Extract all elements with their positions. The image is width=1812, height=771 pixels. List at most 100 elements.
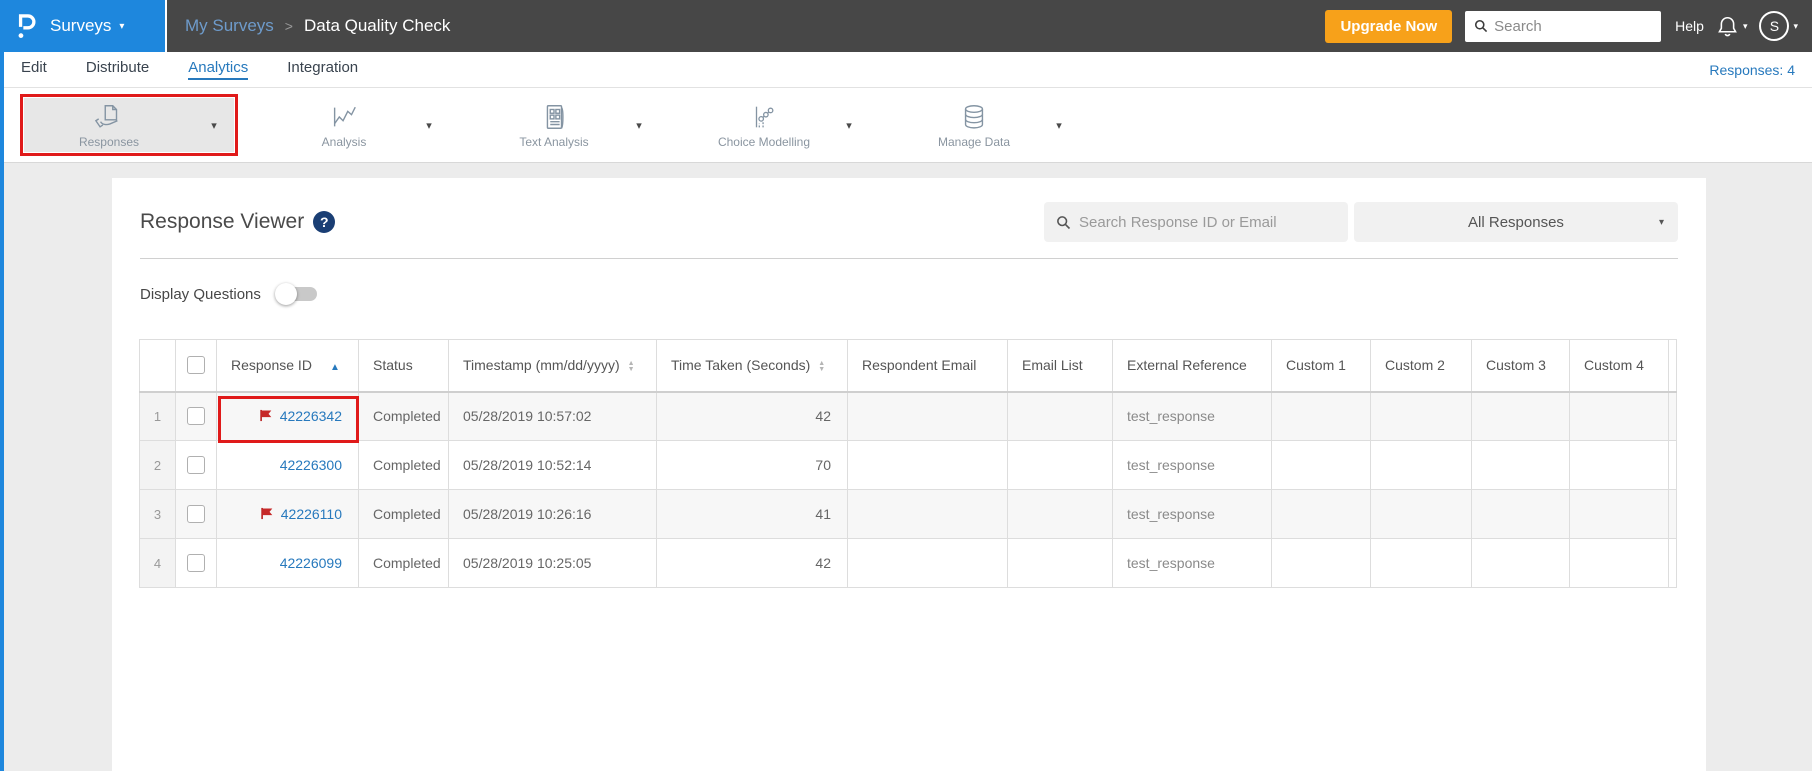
response-id-cell[interactable]: 42226342 xyxy=(216,391,359,441)
text-analysis-icon xyxy=(539,102,569,132)
analysis-button[interactable]: Analysis xyxy=(274,102,414,149)
row-select[interactable] xyxy=(175,391,217,441)
toolbar-group-manage-data[interactable]: Manage Data ▾ xyxy=(904,98,1074,152)
timestamp-cell: 05/28/2019 10:57:02 xyxy=(448,391,657,441)
questionpro-logo-icon xyxy=(18,14,36,39)
search-icon xyxy=(1057,215,1071,229)
chevron-down-icon: ▾ xyxy=(1742,20,1748,31)
toolbar-label-choice-modelling: Choice Modelling xyxy=(717,134,811,149)
response-id-cell[interactable]: 42226110 xyxy=(216,489,359,539)
product-switcher[interactable]: Surveys ▾ xyxy=(0,0,167,52)
panel-header: Response Viewer ? All Responses ▾ xyxy=(112,178,1706,242)
responses-filter-dropdown[interactable]: All Responses ▾ xyxy=(1354,202,1678,242)
display-questions-label: Display Questions xyxy=(140,285,261,303)
row-select[interactable] xyxy=(175,489,217,539)
display-questions-row: Display Questions xyxy=(140,283,1678,305)
chevron-down-icon[interactable]: ▾ xyxy=(194,119,234,132)
response-id-link[interactable]: 42226300 xyxy=(280,457,342,473)
choice-modelling-button[interactable]: Choice Modelling xyxy=(694,102,834,149)
divider xyxy=(140,258,1678,259)
panel-header-actions: All Responses ▾ xyxy=(1044,202,1678,242)
account-menu[interactable]: S ▾ xyxy=(1759,11,1798,41)
response-id-link[interactable]: 42226099 xyxy=(280,555,342,571)
breadcrumb: My Surveys > Data Quality Check xyxy=(185,16,450,36)
respondent-email-cell xyxy=(847,391,1008,441)
responses-table: Response ID ▲ Status Timestamp (mm/dd/yyy… xyxy=(139,339,1677,588)
app-screen: Surveys ▾ My Surveys > Data Quality Chec… xyxy=(0,0,1812,771)
chevron-down-icon[interactable]: ▾ xyxy=(414,119,444,132)
tab-integration[interactable]: Integration xyxy=(287,59,358,80)
timestamp-cell: 05/28/2019 10:25:05 xyxy=(448,538,657,588)
page-area: Response Viewer ? All Responses ▾ xyxy=(0,178,1812,771)
email-list-cell xyxy=(1007,538,1113,588)
responses-filter-value: All Responses xyxy=(1468,213,1564,231)
sort-both-icon: ▲ ▼ xyxy=(818,359,826,373)
response-id-link[interactable]: 42226110 xyxy=(281,506,342,522)
custom-3-cell xyxy=(1471,391,1570,441)
row-checkbox[interactable] xyxy=(187,554,205,573)
header-timestamp[interactable]: Timestamp (mm/dd/yyyy) ▲ ▼ xyxy=(448,339,657,393)
table-header-row: Response ID ▲ Status Timestamp (mm/dd/yyy… xyxy=(139,339,1677,393)
spacer-cell xyxy=(1668,538,1677,588)
chevron-down-icon: ▾ xyxy=(119,20,125,32)
select-all-checkbox[interactable] xyxy=(187,356,205,375)
timestamp-cell: 05/28/2019 10:52:14 xyxy=(448,440,657,490)
external-reference-cell: test_response xyxy=(1112,538,1272,588)
tab-analytics[interactable]: Analytics xyxy=(188,59,249,80)
global-search-input[interactable] xyxy=(1494,17,1653,35)
row-select[interactable] xyxy=(175,440,217,490)
toolbar-group-text-analysis[interactable]: Text Analysis ▾ xyxy=(484,98,654,152)
time-taken-cell: 41 xyxy=(656,489,848,539)
help-link[interactable]: Help xyxy=(1675,18,1704,34)
global-search[interactable] xyxy=(1465,10,1662,42)
text-analysis-button[interactable]: Text Analysis xyxy=(484,102,624,149)
row-checkbox[interactable] xyxy=(187,407,205,426)
tab-distribute[interactable]: Distribute xyxy=(86,59,149,80)
spacer-cell xyxy=(1668,440,1677,490)
toolbar-group-responses[interactable]: Responses ▾ xyxy=(24,98,234,152)
respondent-email-cell xyxy=(847,440,1008,490)
notifications-button[interactable]: ▾ xyxy=(1717,15,1748,38)
tab-edit[interactable]: Edit xyxy=(21,59,47,80)
header-time-taken[interactable]: Time Taken (Seconds) ▲ ▼ xyxy=(656,339,848,393)
email-list-cell xyxy=(1007,440,1113,490)
response-id-cell[interactable]: 42226099 xyxy=(216,538,359,588)
help-icon[interactable]: ? xyxy=(313,211,336,233)
status-cell: Completed xyxy=(358,440,449,490)
chevron-down-icon[interactable]: ▾ xyxy=(834,119,864,132)
header-custom-3: Custom 3 xyxy=(1471,339,1570,393)
section-tabs: Edit Distribute Analytics Integration Re… xyxy=(0,52,1812,88)
external-reference-cell: test_response xyxy=(1112,391,1272,441)
response-id-link[interactable]: 42226342 xyxy=(280,408,342,424)
response-search[interactable] xyxy=(1044,202,1348,242)
upgrade-now-button[interactable]: Upgrade Now xyxy=(1325,9,1453,43)
table-row: 3 42226110 Completed 05/28/2019 10:26:16… xyxy=(139,489,1677,539)
header-select-all[interactable] xyxy=(175,339,217,393)
row-select[interactable] xyxy=(175,538,217,588)
sort-both-icon: ▲ ▼ xyxy=(627,359,635,373)
manage-data-icon xyxy=(959,102,989,132)
row-number: 2 xyxy=(139,440,176,490)
search-icon xyxy=(1475,19,1488,33)
responses-icon xyxy=(94,102,124,132)
chevron-down-icon[interactable]: ▾ xyxy=(624,119,654,132)
display-questions-toggle[interactable] xyxy=(274,283,321,305)
response-search-input[interactable] xyxy=(1079,213,1336,231)
external-reference-cell: test_response xyxy=(1112,440,1272,490)
header-response-id[interactable]: Response ID ▲ xyxy=(216,339,359,393)
breadcrumb-current: Data Quality Check xyxy=(303,16,451,35)
responses-button[interactable]: Responses xyxy=(24,102,194,149)
row-checkbox[interactable] xyxy=(187,505,205,524)
toolbar-group-analysis[interactable]: Analysis ▾ xyxy=(274,98,444,152)
analysis-icon xyxy=(329,102,359,132)
breadcrumb-my-surveys[interactable]: My Surveys xyxy=(185,16,274,36)
manage-data-button[interactable]: Manage Data xyxy=(904,102,1044,149)
toolbar-group-choice-modelling[interactable]: Choice Modelling ▾ xyxy=(694,98,864,152)
row-checkbox[interactable] xyxy=(187,456,205,475)
breadcrumb-separator: > xyxy=(284,18,293,34)
status-cell: Completed xyxy=(358,391,449,441)
chevron-down-icon[interactable]: ▾ xyxy=(1044,119,1074,132)
bell-icon xyxy=(1718,16,1737,36)
respondent-email-cell xyxy=(847,538,1008,588)
response-id-cell[interactable]: 42226300 xyxy=(216,440,359,490)
